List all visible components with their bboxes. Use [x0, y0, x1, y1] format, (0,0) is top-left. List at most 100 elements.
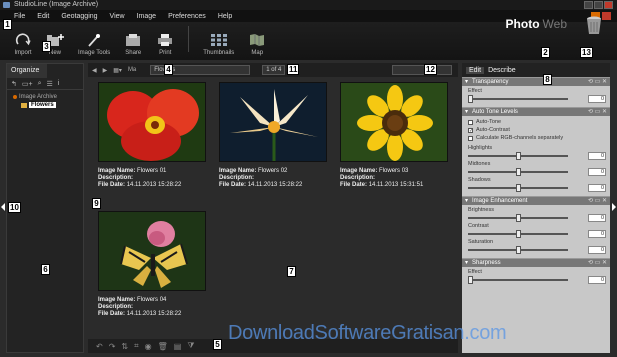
menu-help[interactable]: Help — [218, 13, 232, 20]
callout-marker: 13 — [580, 47, 593, 58]
highlights-value[interactable]: 0 — [588, 152, 606, 160]
delete-icon[interactable]: 🗑 — [158, 342, 168, 351]
thumbnail-card[interactable]: Image Name: Flowers 04 Description: File… — [98, 211, 210, 318]
menu-geotagging[interactable]: Geotagging — [61, 13, 97, 20]
highlights-slider[interactable] — [468, 152, 568, 160]
tree-up-icon[interactable]: ↰ — [11, 80, 17, 88]
app-icon — [3, 2, 10, 8]
search-input[interactable] — [392, 65, 452, 75]
add-folder-icon[interactable]: ▭+ — [22, 80, 33, 88]
shadows-value[interactable]: 0 — [588, 184, 606, 192]
thumbnails-button[interactable]: Thumbnails — [203, 33, 234, 56]
section-transparency[interactable]: Transparency ⟲ ▭ ✕ — [462, 77, 610, 87]
tab-organize[interactable]: Organize — [7, 64, 47, 78]
import-button[interactable]: Import — [14, 33, 32, 56]
section-controls[interactable]: ⟲ ▭ ✕ — [588, 197, 607, 206]
menu-image[interactable]: Image — [137, 13, 156, 20]
auto-tone-checkbox[interactable]: Auto-Tone — [468, 118, 606, 126]
menu-view[interactable]: View — [110, 13, 125, 20]
section-controls[interactable]: ⟲ ▭ ✕ — [588, 108, 607, 117]
photo-mode-tab[interactable]: Photo — [506, 17, 540, 31]
brightness-value[interactable]: 0 — [588, 214, 606, 222]
close-button[interactable] — [604, 1, 613, 9]
contrast-value[interactable]: 0 — [588, 230, 606, 238]
file-date: 14.11.2013 15:28:22 — [247, 182, 303, 188]
menu-edit[interactable]: Edit — [37, 13, 49, 20]
thumbnail-image[interactable] — [98, 82, 206, 162]
collapse-right-icon[interactable] — [612, 203, 616, 211]
thumbnail-card[interactable]: Image Name: Flowers 01 Description: File… — [98, 82, 210, 189]
view-mode-icon[interactable]: ▦▾ — [113, 67, 122, 74]
section-controls[interactable]: ⟲ ▭ ✕ — [588, 259, 607, 268]
share-button[interactable]: Share — [124, 33, 142, 56]
printer-icon — [156, 33, 174, 47]
callout-marker: 10 — [8, 202, 21, 213]
map-button[interactable]: Map — [248, 33, 266, 56]
import-icon — [14, 33, 32, 47]
menu-file[interactable]: File — [14, 13, 25, 20]
crop-icon[interactable]: ⌗ — [134, 341, 139, 351]
gallery-header: ◀ ▶ ▦▾ Ma Flowers 1 of 4 ▾ — [88, 63, 458, 77]
callout-marker: 11 — [287, 64, 300, 75]
collapse-left-icon[interactable] — [1, 203, 5, 211]
image-tools-button[interactable]: Image Tools — [78, 33, 110, 56]
minimize-button[interactable] — [584, 1, 593, 9]
tree-item-flowers[interactable]: Flowers — [21, 102, 77, 108]
image-meta: Image Name: Flowers 04 Description: File… — [98, 297, 182, 317]
slideshow-icon[interactable]: ▤ — [174, 342, 182, 351]
rgb-separate-checkbox[interactable]: Calculate RGB-channels separately — [468, 134, 606, 142]
section-auto-tone[interactable]: Auto Tone Levels ⟲ ▭ ✕ — [462, 107, 610, 117]
saturation-value[interactable]: 0 — [588, 246, 606, 254]
watermark-text: DownloadSoftwareGratisan.com — [228, 322, 507, 344]
effect-slider[interactable] — [468, 95, 568, 103]
image-meta: Image Name: Flowers 01 Description: File… — [98, 168, 182, 188]
section-image-enhancement[interactable]: Image Enhancement ⟲ ▭ ✕ — [462, 196, 610, 206]
flip-icon[interactable]: ⇅ — [121, 342, 128, 351]
midtones-slider[interactable] — [468, 168, 568, 176]
tab-describe[interactable]: Describe — [488, 67, 516, 74]
tab-edit[interactable]: Edit — [466, 66, 485, 74]
rotate-right-icon[interactable]: ↷ — [109, 342, 116, 351]
callout-marker: 12 — [424, 64, 437, 75]
forward-icon[interactable]: ▶ — [103, 67, 108, 74]
menu-preferences[interactable]: Preferences — [168, 13, 206, 20]
section-controls[interactable]: ⟲ ▭ ✕ — [588, 78, 607, 87]
image-name: Flowers 02 — [258, 168, 288, 174]
thumbnail-card[interactable]: Image Name: Flowers 02 Description: File… — [219, 82, 331, 189]
tree-item-image-archive[interactable]: Image Archive — [13, 94, 77, 100]
sort-dropdown[interactable]: Ma — [128, 67, 136, 73]
rotate-left-icon[interactable]: ↶ — [96, 342, 103, 351]
thumbnail-image[interactable] — [219, 82, 327, 162]
filter-icon[interactable]: ⧩ — [187, 341, 194, 351]
thumbnail-image[interactable] — [98, 211, 206, 291]
web-mode-tab[interactable]: Web — [543, 17, 567, 31]
sharpness-value[interactable]: 0 — [588, 276, 606, 284]
back-icon[interactable]: ◀ — [92, 67, 97, 74]
contrast-slider[interactable] — [468, 230, 568, 238]
info-icon[interactable]: i — [58, 80, 60, 87]
edit-tabs: Edit Describe — [462, 63, 610, 77]
thumbnail-card[interactable]: Image Name: Flowers 03 Description: File… — [340, 82, 452, 189]
brightness-slider[interactable] — [468, 214, 568, 222]
trash-icon[interactable] — [583, 14, 605, 36]
maximize-button[interactable] — [594, 1, 603, 9]
saturation-slider[interactable] — [468, 246, 568, 254]
toolbar-separator — [188, 26, 190, 52]
organize-tools: ↰ ▭+ ⌕ ☰ i — [7, 78, 83, 90]
sharpness-body: Effect 0 — [468, 269, 606, 284]
sharpness-slider[interactable] — [468, 276, 568, 284]
auto-contrast-checkbox[interactable]: ✓ Auto-Contrast — [468, 126, 606, 134]
thumbnail-image[interactable] — [340, 82, 448, 162]
midtones-value[interactable]: 0 — [588, 168, 606, 176]
section-sharpness[interactable]: Sharpness ⟲ ▭ ✕ — [462, 258, 610, 268]
file-date: 14.11.2013 15:31:51 — [368, 182, 424, 188]
callout-marker: 6 — [41, 264, 50, 275]
image-name: Flowers 01 — [137, 168, 167, 174]
print-button[interactable]: Print — [156, 33, 174, 56]
list-icon[interactable]: ☰ — [47, 80, 53, 88]
enhancement-body: Brightness 0 Contrast 0 Saturation 0 — [468, 207, 606, 254]
redeye-icon[interactable]: ◉ — [145, 342, 152, 351]
effect-value[interactable]: 0 — [588, 95, 606, 103]
shadows-slider[interactable] — [468, 184, 568, 192]
search-icon[interactable]: ⌕ — [38, 80, 42, 88]
